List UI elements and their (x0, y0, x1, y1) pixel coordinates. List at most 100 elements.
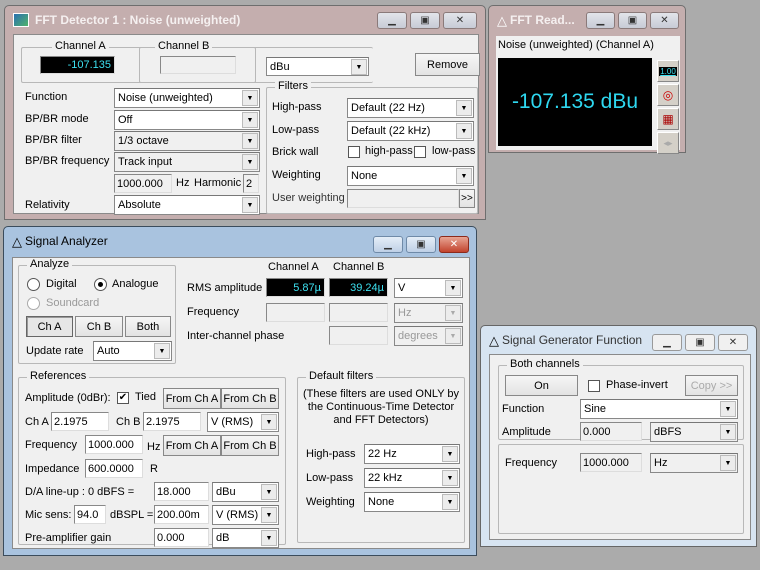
brick-lowpass-checkbox[interactable] (414, 146, 426, 158)
function-select[interactable]: Noise (unweighted) ▼ (114, 88, 260, 108)
relativity-label: Relativity (25, 199, 70, 211)
amplitude-input[interactable]: 0.000 (580, 422, 642, 441)
freq-from-ch-b-button[interactable]: From Ch B (221, 435, 279, 456)
update-rate-select[interactable]: Auto ▼ (93, 341, 172, 361)
maximize-button[interactable]: ▣ (685, 334, 715, 351)
rms-unit-select[interactable]: V ▼ (394, 278, 463, 298)
ch-b-button[interactable]: Ch B (75, 316, 123, 337)
app-logo-icon: △ (12, 233, 22, 249)
soundcard-radio[interactable] (27, 297, 40, 310)
bpbr-mode-select[interactable]: Off ▼ (114, 110, 260, 130)
ch-a-button[interactable]: Ch A (26, 316, 73, 337)
bpbr-mode-value: Off (118, 114, 133, 126)
user-weighting-input[interactable] (347, 189, 459, 208)
frequency-input[interactable]: 1000.000 (580, 453, 642, 472)
relativity-select[interactable]: Absolute ▼ (114, 195, 260, 215)
numeric-display-button[interactable]: 1.00 (657, 60, 679, 82)
weighting-select[interactable]: None ▼ (347, 166, 474, 186)
phase-value (329, 326, 388, 345)
phase-unit-select[interactable]: degrees ▼ (394, 326, 463, 346)
close-button[interactable]: ✕ (443, 12, 477, 29)
amp-unit-select[interactable]: V (RMS) ▼ (207, 412, 279, 432)
default-lowpass-select[interactable]: 22 kHz ▼ (364, 468, 460, 488)
minimize-button[interactable]: ▁ (586, 12, 615, 29)
bpbr-frequency-select[interactable]: Track input ▼ (114, 152, 260, 172)
on-button[interactable]: On (505, 375, 578, 396)
preamp-unit-select[interactable]: dB ▼ (212, 528, 279, 548)
close-button[interactable]: ✕ (718, 334, 748, 351)
lowpass-label: Low-pass (272, 124, 320, 136)
signal-analyzer-titlebar[interactable]: △ Signal Analyzer ▁ ▣ ✕ (4, 227, 476, 255)
close-button[interactable]: ✕ (439, 236, 469, 253)
impedance-input[interactable]: 600.0000 (85, 459, 143, 478)
amp-from-ch-b-button[interactable]: From Ch B (221, 388, 279, 409)
both-button[interactable]: Both (125, 316, 171, 337)
minimize-button[interactable]: ▁ (652, 334, 682, 351)
mic-spl-input[interactable]: 94.0 (74, 505, 106, 524)
harmonic-input[interactable]: 2 (243, 174, 259, 193)
chevron-down-icon: ▼ (242, 154, 258, 170)
default-filters-label: Default filters (306, 370, 377, 382)
amplitude-unit-value: dBFS (654, 426, 682, 438)
signal-generator-client: Both channels On Phase-invert Copy >> Fu… (489, 354, 751, 540)
frequency-label: Frequency (187, 306, 239, 318)
minimize-button[interactable]: ▁ (377, 12, 407, 29)
digital-radio[interactable] (27, 278, 40, 291)
bpbr-frequency-label: BP/BR frequency (25, 155, 110, 167)
da-unit-select[interactable]: dBu ▼ (212, 482, 279, 502)
frequency-unit-value: Hz (398, 307, 412, 319)
default-highpass-select[interactable]: 22 Hz ▼ (364, 444, 460, 464)
brick-highpass-checkbox[interactable] (348, 146, 360, 158)
spreadsheet-button[interactable]: ▦ (657, 108, 679, 130)
user-weighting-browse-button[interactable]: >> (459, 189, 475, 208)
chevron-down-icon: ▼ (442, 470, 458, 486)
app-logo-icon: △ (497, 12, 507, 28)
frequency-ref-input[interactable]: 1000.000 (85, 435, 143, 454)
amplitude-unit-select[interactable]: dBFS ▼ (650, 422, 738, 442)
frequency-unit-select[interactable]: Hz ▼ (650, 453, 738, 473)
bpbr-filter-select[interactable]: 1/3 octave ▼ (114, 131, 260, 151)
both-channels-label: Both channels (507, 358, 583, 370)
arrows-button[interactable]: ◂▸ (657, 132, 679, 154)
preamp-gain-input[interactable]: 0.000 (154, 528, 209, 547)
fft-reading-titlebar[interactable]: △ FFT Read... ▁ ▣ ✕ (489, 6, 685, 34)
frequency-unit-select[interactable]: Hz ▼ (394, 303, 463, 323)
bpbr-frequency-input[interactable]: 1000.000 (114, 174, 172, 193)
spreadsheet-icon: ▦ (662, 112, 674, 126)
phase-invert-checkbox[interactable] (588, 380, 600, 392)
da-lineup-input[interactable]: 18.000 (154, 482, 209, 501)
tied-checkbox[interactable]: ✔ (117, 392, 129, 404)
ch-b-ref-input[interactable]: 2.1975 (143, 412, 201, 431)
maximize-button[interactable]: ▣ (410, 12, 440, 29)
remove-button[interactable]: Remove (415, 53, 480, 76)
function-select[interactable]: Sine ▼ (580, 399, 738, 419)
maximize-button[interactable]: ▣ (618, 12, 647, 29)
chevron-down-icon: ▼ (720, 424, 736, 440)
minimize-button[interactable]: ▁ (373, 236, 403, 253)
ch-a-ref-input[interactable]: 2.1975 (51, 412, 109, 431)
function-label: Function (502, 403, 545, 415)
app-logo-icon: △ (489, 332, 499, 348)
mic-unit-select[interactable]: V (RMS) ▼ (212, 505, 279, 525)
weighting-value: None (351, 170, 378, 182)
amplitude-label: Amplitude (502, 426, 551, 438)
meter-button[interactable]: ◎ (657, 84, 679, 106)
channel-a-value: -107.135 (40, 56, 115, 74)
fft-detector-titlebar[interactable]: FFT Detector 1 : Noise (unweighted) ▁ ▣ … (5, 6, 485, 34)
inter-channel-phase-label: Inter-channel phase (187, 330, 285, 342)
frequency-label: Frequency (505, 457, 557, 469)
unit-select[interactable]: dBu ▼ (266, 57, 369, 76)
analogue-radio[interactable] (94, 278, 107, 291)
close-button[interactable]: ✕ (650, 12, 679, 29)
maximize-button[interactable]: ▣ (406, 236, 436, 253)
highpass-select[interactable]: Default (22 Hz) ▼ (347, 98, 474, 118)
rms-channel-a-value: 5.87µ (266, 278, 325, 297)
signal-generator-titlebar[interactable]: △ Signal Generator Function ▁ ▣ ✕ (481, 326, 756, 354)
amp-from-ch-a-button[interactable]: From Ch A (163, 388, 221, 409)
lowpass-select[interactable]: Default (22 kHz) ▼ (347, 121, 474, 141)
frequency-ref-unit: Hz (147, 441, 161, 453)
copy-button[interactable]: Copy >> (685, 375, 738, 396)
mic-sens-input[interactable]: 200.00m (154, 505, 209, 524)
default-weighting-select[interactable]: None ▼ (364, 492, 460, 512)
freq-from-ch-a-button[interactable]: From Ch A (163, 435, 221, 456)
